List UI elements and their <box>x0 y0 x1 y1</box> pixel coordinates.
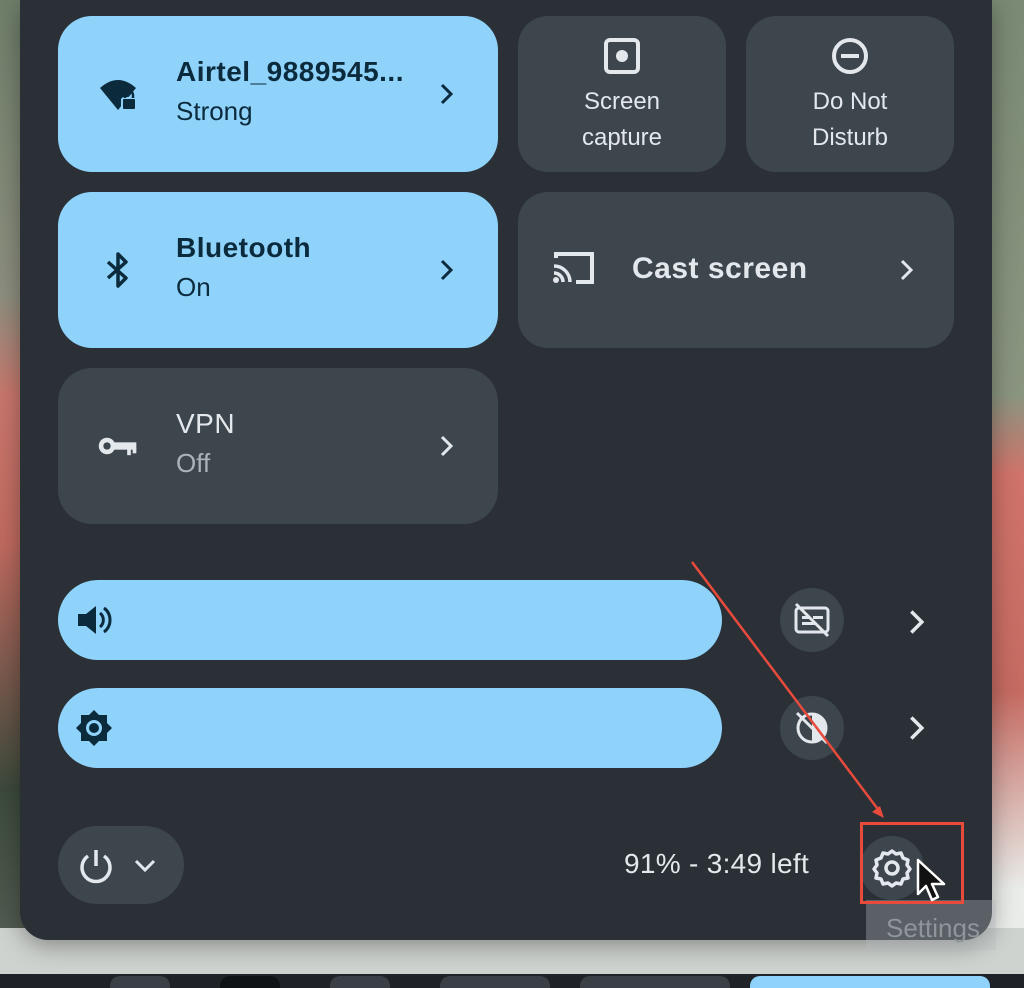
volume-icon[interactable] <box>74 600 114 640</box>
cast-icon <box>553 252 594 284</box>
chevron-down-icon <box>134 859 156 873</box>
cast-screen-label: Cast screen <box>632 252 808 285</box>
chevron-right-icon[interactable] <box>434 258 458 282</box>
audio-settings-chevron-icon[interactable] <box>902 608 930 636</box>
settings-tooltip: Settings <box>866 900 996 950</box>
wifi-lock-icon <box>96 72 140 116</box>
brightness-slider[interactable] <box>58 688 722 768</box>
shelf-app[interactable] <box>330 976 390 988</box>
do-not-disturb-tile[interactable]: Do Not Disturb <box>746 16 954 172</box>
wifi-signal-status: Strong <box>176 96 253 126</box>
vpn-tile[interactable]: VPN Off <box>58 368 498 524</box>
vpn-title: VPN <box>176 408 236 439</box>
chevron-right-icon[interactable] <box>434 82 458 106</box>
bluetooth-title: Bluetooth <box>176 232 312 263</box>
chevron-right-icon[interactable] <box>894 258 918 282</box>
shelf-app[interactable] <box>220 976 280 988</box>
night-light-button[interactable] <box>780 696 844 760</box>
quick-settings-panel: Airtel_9889545... Strong Bluetooth On VP… <box>20 0 992 940</box>
vpn-status: Off <box>176 448 211 478</box>
battery-status-text: 91% - 3:49 left <box>624 848 810 879</box>
volume-slider[interactable] <box>58 580 722 660</box>
shelf-app[interactable] <box>110 976 170 988</box>
chevron-right-icon[interactable] <box>434 434 458 458</box>
bluetooth-icon <box>96 248 140 292</box>
shelf-app[interactable] <box>440 976 550 988</box>
do-not-disturb-label-line1: Do Not <box>812 88 888 115</box>
bluetooth-status: On <box>176 272 211 302</box>
screen-capture-icon <box>604 38 640 74</box>
captions-off-icon <box>794 602 830 638</box>
cast-screen-tile[interactable]: Cast screen <box>518 192 954 348</box>
bluetooth-tile[interactable]: Bluetooth On <box>58 192 498 348</box>
screen-capture-tile[interactable]: Screen capture <box>518 16 726 172</box>
shelf <box>0 974 1024 988</box>
night-light-off-icon <box>795 711 829 745</box>
screen-capture-label-line1: Screen <box>583 88 661 115</box>
brightness-icon <box>76 710 112 746</box>
wifi-tile[interactable]: Airtel_9889545... Strong <box>58 16 498 172</box>
screen-capture-label-line2: capture <box>581 124 663 151</box>
do-not-disturb-icon <box>832 38 868 74</box>
wifi-network-name: Airtel_9889545... <box>176 56 404 87</box>
power-menu-button[interactable] <box>58 826 184 904</box>
display-settings-chevron-icon[interactable] <box>902 714 930 742</box>
power-icon <box>80 850 112 884</box>
do-not-disturb-label-line2: Disturb <box>811 124 889 151</box>
shelf-app[interactable] <box>580 976 730 988</box>
mouse-pointer-icon <box>916 858 946 902</box>
shelf-status-area[interactable] <box>750 976 990 988</box>
live-caption-button[interactable] <box>780 588 844 652</box>
key-icon <box>96 424 140 468</box>
